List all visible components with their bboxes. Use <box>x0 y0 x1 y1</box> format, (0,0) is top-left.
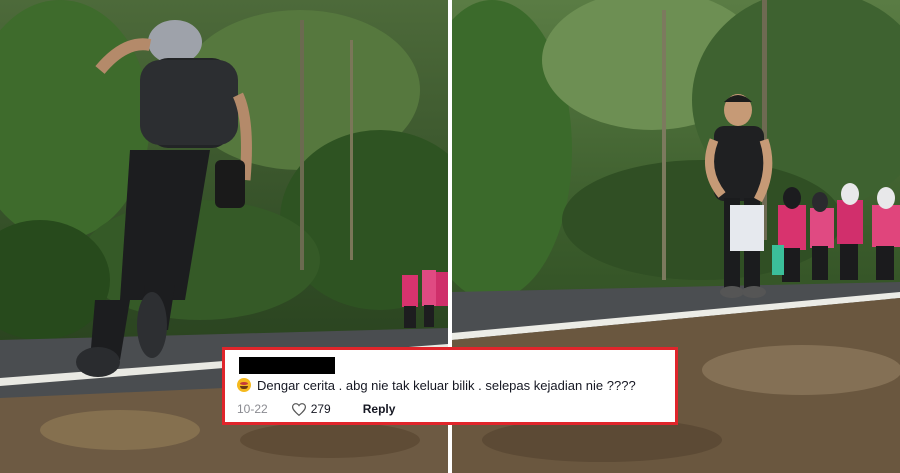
laughing-emoji-icon <box>237 378 251 392</box>
comment-card: Dengar cerita . abg nie tak keluar bilik… <box>222 347 678 425</box>
redacted-username <box>239 357 335 374</box>
like-count: 279 <box>310 402 331 416</box>
comment-meta: 10-22 279 Reply <box>237 402 395 416</box>
comment-date: 10-22 <box>237 402 268 416</box>
comment-body: Dengar cerita . abg nie tak keluar bilik… <box>237 377 667 395</box>
reply-button[interactable]: Reply <box>363 402 396 416</box>
comment-text: Dengar cerita . abg nie tak keluar bilik… <box>257 378 636 393</box>
heart-icon[interactable] <box>291 402 306 416</box>
